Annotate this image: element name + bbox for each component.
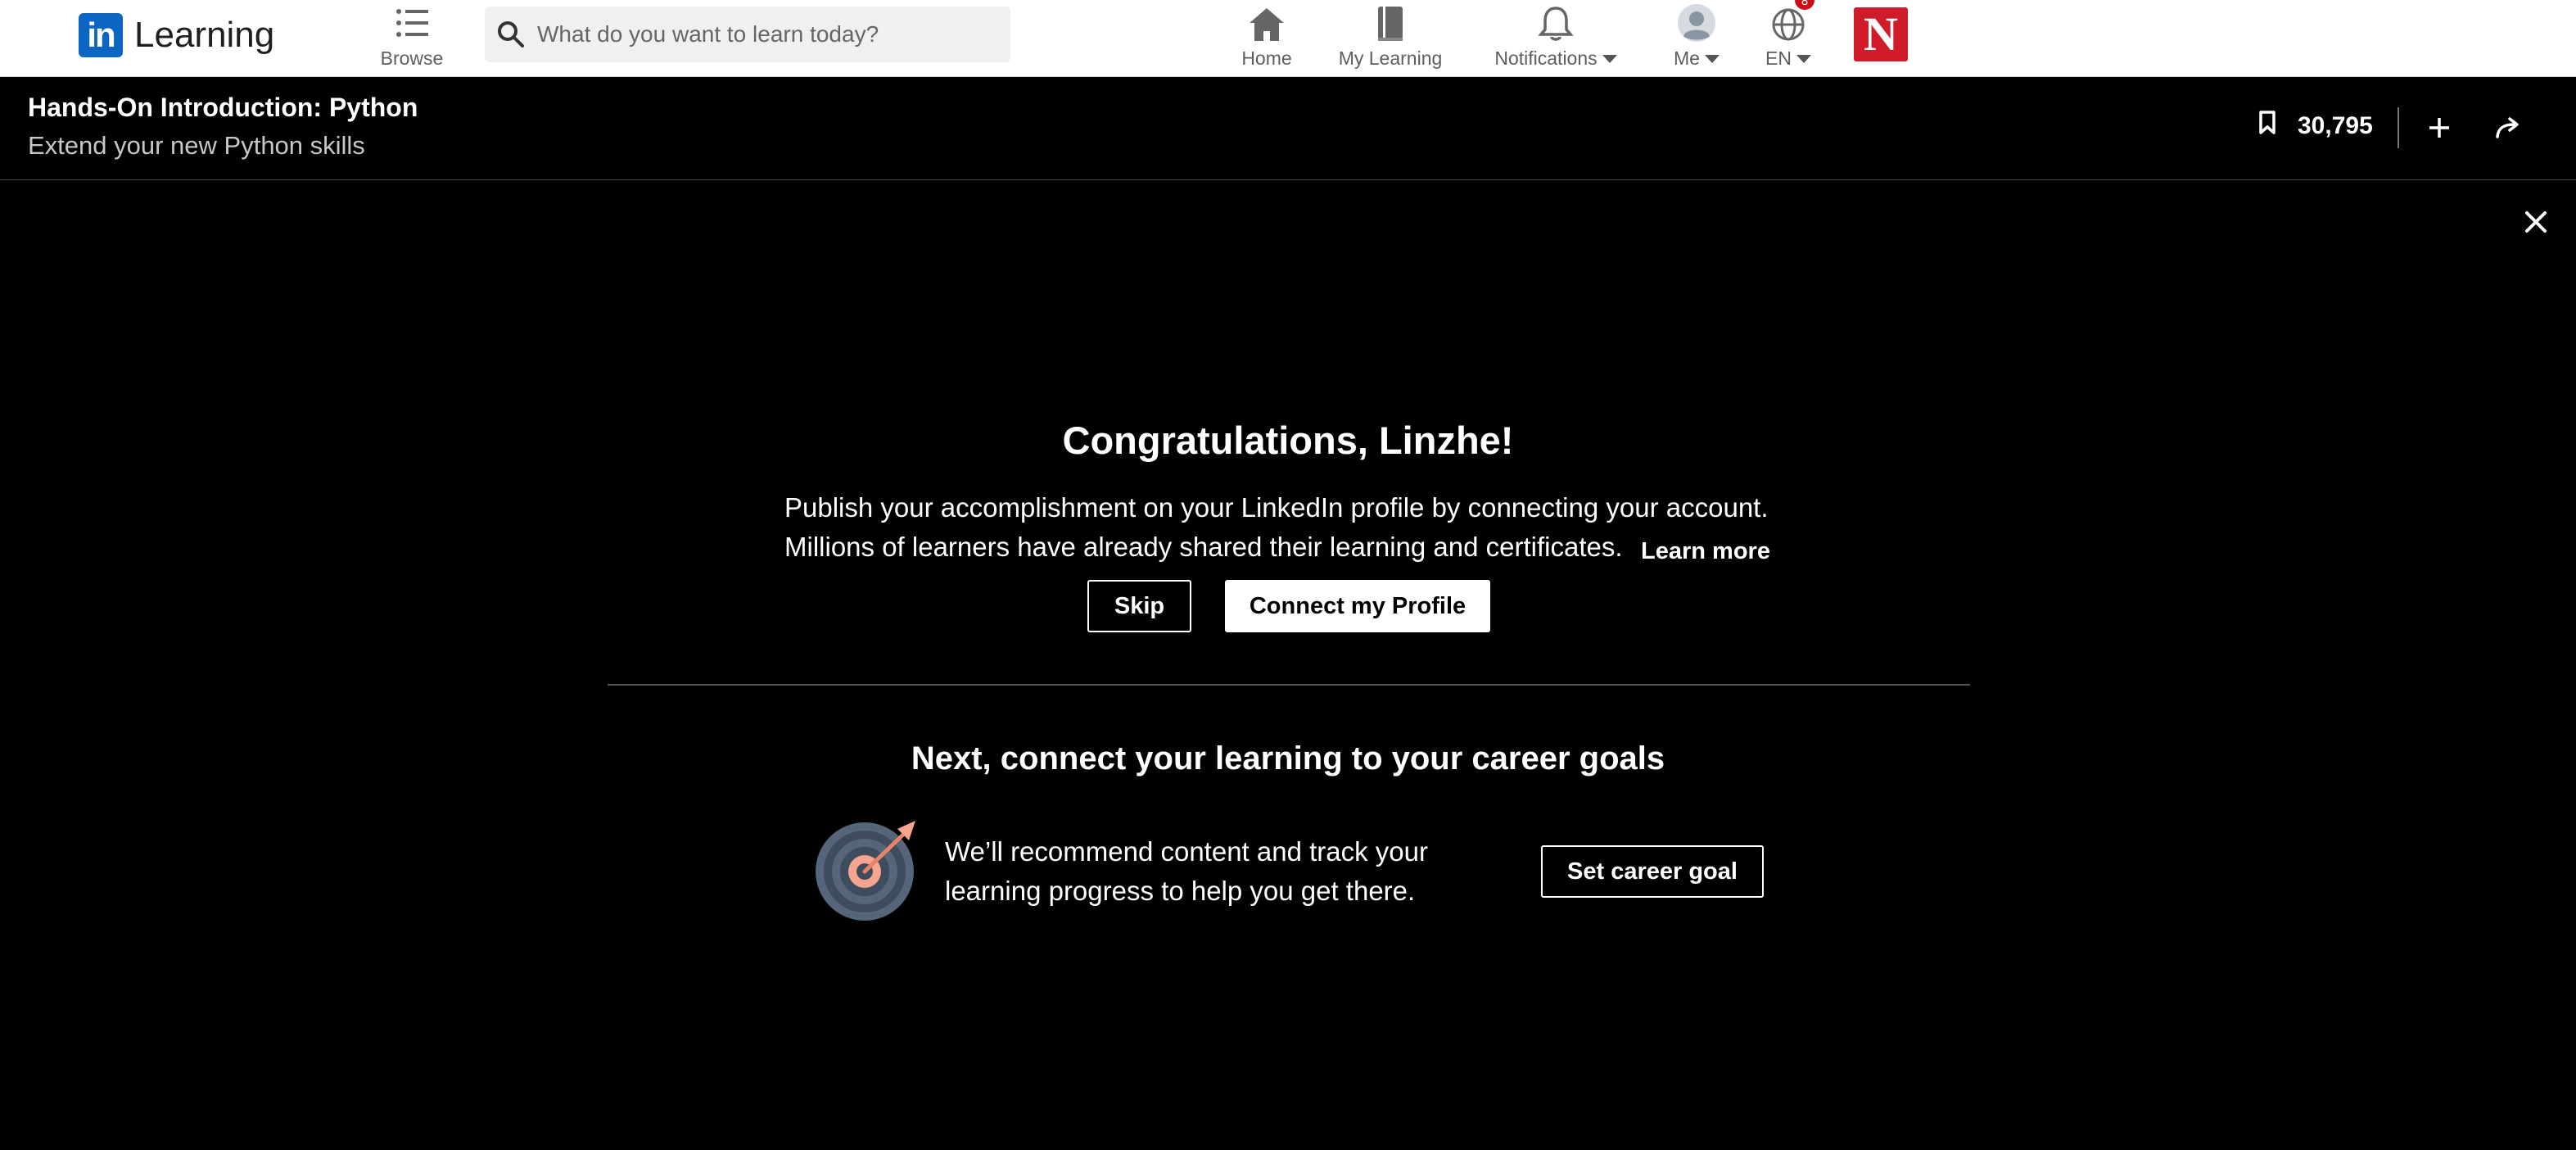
plus-icon	[2429, 118, 2449, 138]
nav-me[interactable]: Me	[1662, 0, 1731, 77]
linkedin-logo-mark: in	[79, 13, 123, 57]
career-goals-heading: Next, connect your learning to your care…	[911, 740, 1665, 776]
career-line-1: We’ll recommend content and track your	[945, 836, 1428, 867]
share-arrow-icon	[2496, 117, 2519, 138]
browse-label: Browse	[380, 48, 444, 69]
language-label: EN	[1765, 48, 1792, 69]
share-button[interactable]	[2486, 106, 2530, 150]
me-label: Me	[1674, 48, 1700, 69]
skip-button[interactable]: Skip	[1087, 580, 1191, 632]
avatar	[1676, 0, 1717, 43]
nav-language[interactable]: 8 EN	[1754, 0, 1823, 77]
header-divider	[2397, 107, 2399, 148]
my-learning-label: My Learning	[1338, 48, 1443, 69]
chevron-down-icon	[1796, 54, 1811, 63]
section-divider	[608, 684, 1970, 686]
notifications-label: Notifications	[1494, 48, 1598, 69]
add-to-collection-button[interactable]	[2417, 106, 2461, 150]
course-subtitle: Extend your new Python skills	[28, 131, 365, 160]
set-career-goal-button[interactable]: Set career goal	[1541, 845, 1764, 898]
chevron-down-icon	[1704, 54, 1720, 63]
top-navigation: in Learning Browse Home	[0, 0, 2576, 77]
course-title: Hands-On Introduction: Python	[28, 93, 418, 122]
course-header: Hands-On Introduction: Python Extend you…	[0, 78, 2576, 180]
close-icon	[2525, 211, 2547, 233]
chevron-down-icon	[1602, 54, 1617, 63]
nav-home[interactable]: Home	[1235, 0, 1299, 77]
save-count: 30,795	[2298, 112, 2373, 139]
home-icon	[1248, 0, 1286, 43]
bookmark-icon	[2258, 111, 2276, 142]
language-dropdown[interactable]: EN	[1765, 48, 1811, 70]
search-input[interactable]	[537, 21, 996, 48]
save-button[interactable]: 30,795	[2258, 111, 2373, 142]
home-label: Home	[1241, 48, 1292, 69]
browse-button[interactable]: Browse	[373, 0, 450, 77]
target-icon	[814, 816, 920, 922]
search-icon	[485, 20, 537, 49]
nav-my-learning[interactable]: My Learning	[1328, 0, 1453, 77]
linkedin-learning-logo[interactable]: in Learning	[79, 13, 274, 57]
me-dropdown[interactable]: Me	[1674, 48, 1720, 70]
search-bar[interactable]	[485, 7, 1010, 62]
notifications-dropdown[interactable]: Notifications	[1494, 48, 1617, 70]
globe-icon: 8	[1770, 0, 1816, 43]
organization-logo[interactable]: N	[1854, 7, 1908, 61]
learn-more-link[interactable]: Learn more	[1641, 538, 1770, 565]
career-line-2: learning progress to help you get there.	[945, 876, 1416, 906]
congrats-heading: Congratulations, Linzhe!	[1062, 419, 1514, 462]
bell-icon	[1538, 0, 1574, 43]
publish-description: Publish your accomplishment on your Link…	[784, 488, 1769, 567]
list-icon	[395, 0, 428, 43]
logo-text: Learning	[134, 15, 275, 55]
nav-notifications[interactable]: Notifications	[1484, 0, 1628, 77]
close-button[interactable]	[2517, 203, 2555, 241]
publish-line-1: Publish your accomplishment on your Link…	[784, 492, 1769, 523]
book-icon	[1375, 0, 1406, 43]
career-goal-description: We’ll recommend content and track your l…	[945, 832, 1428, 911]
connect-profile-button[interactable]: Connect my Profile	[1225, 580, 1490, 632]
publish-line-2: Millions of learners have already shared…	[784, 532, 1623, 562]
